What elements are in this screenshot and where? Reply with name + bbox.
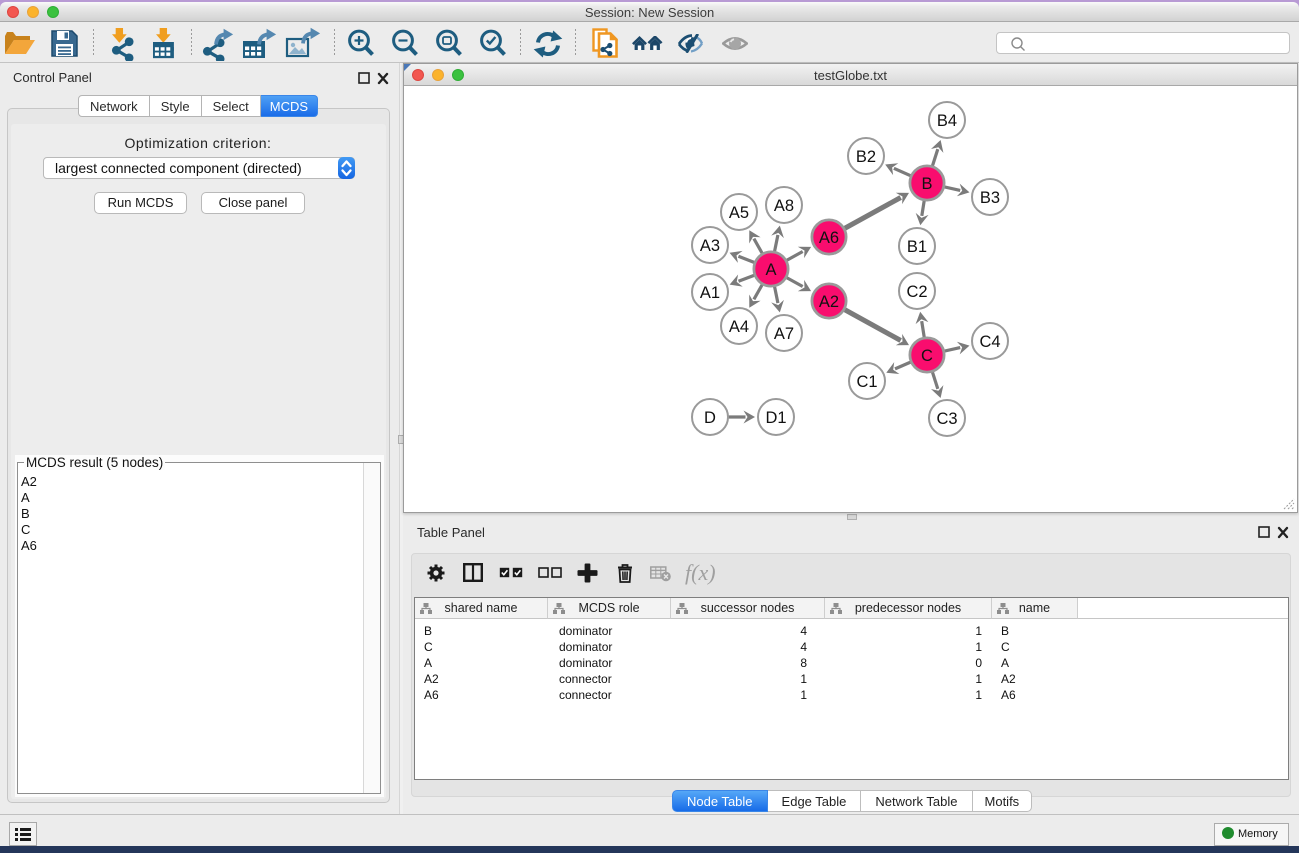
- svg-text:A1: A1: [700, 284, 720, 302]
- svg-text:A4: A4: [729, 318, 749, 336]
- svg-text:A5: A5: [729, 204, 749, 222]
- svg-text:D: D: [704, 409, 716, 427]
- svg-text:B3: B3: [980, 189, 1000, 207]
- svg-text:A2: A2: [819, 293, 839, 311]
- svg-text:B4: B4: [937, 112, 957, 130]
- svg-text:A: A: [765, 261, 776, 279]
- svg-text:C: C: [921, 347, 933, 365]
- svg-text:C1: C1: [856, 373, 877, 391]
- svg-text:A6: A6: [819, 229, 839, 247]
- svg-text:B1: B1: [907, 238, 927, 256]
- svg-text:A3: A3: [700, 237, 720, 255]
- svg-text:C2: C2: [906, 283, 927, 301]
- svg-text:B2: B2: [856, 148, 876, 166]
- svg-text:A8: A8: [774, 197, 794, 215]
- svg-text:B: B: [921, 175, 932, 193]
- svg-text:C4: C4: [979, 333, 1000, 351]
- svg-text:D1: D1: [765, 409, 786, 427]
- svg-text:C3: C3: [936, 410, 957, 428]
- svg-text:A7: A7: [774, 325, 794, 343]
